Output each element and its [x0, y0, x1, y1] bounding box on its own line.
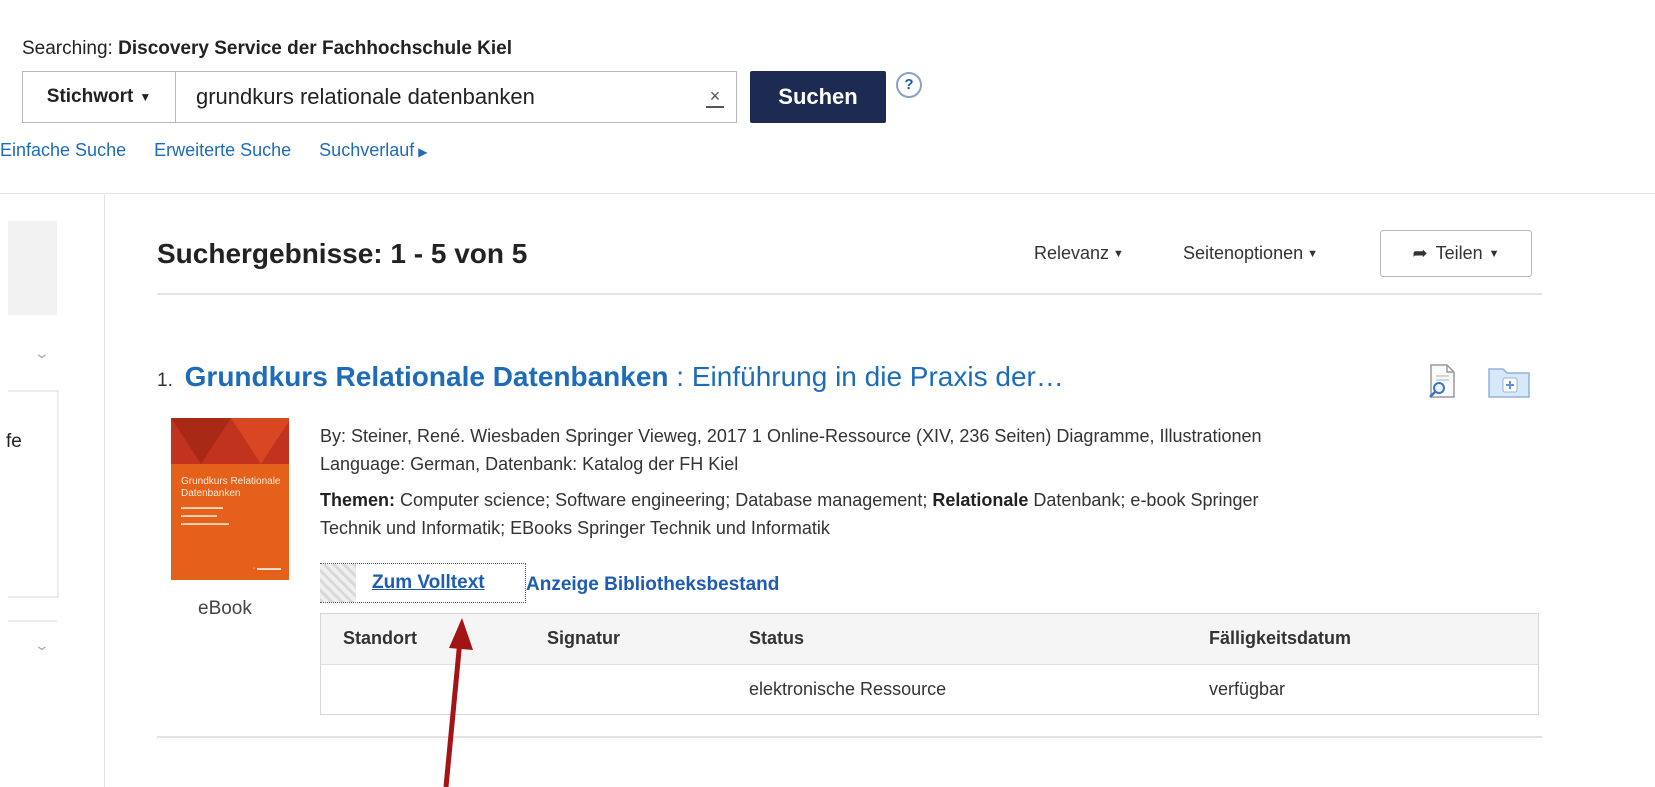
search-header: Searching: Discovery Service der Fachhoc… [0, 0, 1655, 195]
database-name: Discovery Service der Fachhochschule Kie… [118, 38, 513, 59]
chevron-down-icon: ▼ [1488, 247, 1500, 260]
record-language: Language: German, Datenbank: Katalog der… [320, 454, 739, 474]
link-placeholder-icon [320, 564, 356, 602]
search-mode-links: Einfache Suche Erweiterte Suche Suchverl… [0, 140, 427, 161]
chevron-down-icon: ▼ [1307, 247, 1318, 260]
holdings-header-callnumber: Signatur [547, 628, 621, 648]
search-input[interactable] [176, 83, 698, 111]
format-label: eBook [198, 598, 252, 619]
record-byline: By: Steiner, René. Wiesbaden Springer Vi… [320, 426, 1262, 446]
preview-icon[interactable] [1427, 364, 1457, 398]
holdings-header-location: Standort [343, 628, 417, 648]
record-divider [157, 736, 1542, 738]
book-cover-image[interactable]: Grundkurs Relationale Datenbanken ▬▬▬▬▬▬… [171, 418, 289, 580]
clear-icon[interactable]: × [706, 86, 724, 108]
record-title-link[interactable]: Grundkurs Relationale Datenbanken [185, 361, 669, 392]
results-heading: Suchergebnisse: 1 - 5 von 5 [157, 238, 528, 269]
search-button[interactable]: Suchen [750, 71, 886, 123]
left-sidebar: ⌄ fe ⌄ [0, 195, 105, 787]
holdings-cell-status: elektronische Ressource [749, 679, 947, 699]
chevron-down-icon[interactable]: ⌄ [34, 345, 50, 362]
share-icon: ➦ [1412, 243, 1428, 263]
record-subjects: Themen: Computer science; Software engin… [320, 490, 1259, 538]
field-select-dropdown[interactable]: Stichwort ▼ [22, 71, 175, 123]
chevron-down-icon[interactable]: ⌄ [34, 637, 50, 654]
results-divider [157, 293, 1542, 295]
sidebar-facet-box [8, 390, 59, 598]
cover-title: Grundkurs Relationale Datenbanken [181, 476, 281, 499]
record-number: 1. [157, 370, 173, 391]
holdings-cell-duedate: verfügbar [1209, 679, 1286, 699]
holdings-header-duedate: Fälligkeitsdatum [1209, 628, 1352, 648]
field-select-label: Stichwort [46, 86, 134, 107]
help-icon[interactable]: ? [896, 72, 922, 98]
add-to-folder-icon[interactable] [1487, 364, 1531, 398]
library-holdings-link[interactable]: Anzeige Bibliotheksbestand [526, 574, 779, 596]
record-subtitle[interactable]: : Einführung in die Praxis der… [669, 361, 1064, 392]
sidebar-divider [8, 620, 57, 622]
share-button[interactable]: ➦ Teilen ▼ [1380, 230, 1532, 277]
record-details: By: Steiner, René. Wiesbaden Springer Vi… [320, 422, 1530, 542]
sidebar-panel [8, 221, 57, 315]
search-bar: Stichwort ▼ × Suchen [22, 71, 886, 123]
search-history-link[interactable]: Suchverlauf ▶ [319, 140, 427, 161]
record-title: 1. Grundkurs Relationale Datenbanken : E… [157, 361, 1064, 393]
advanced-search-link[interactable]: Erweiterte Suche [154, 140, 291, 161]
sort-dropdown[interactable]: Relevanz ▼ [1034, 243, 1124, 264]
holdings-table: Standort Signatur Status Fälligkeitsdatu… [320, 613, 1539, 715]
basic-search-link[interactable]: Einfache Suche [0, 140, 126, 161]
searching-label: Searching: Discovery Service der Fachhoc… [22, 38, 513, 59]
holdings-header-status: Status [749, 628, 805, 648]
access-links: Zum Volltext [320, 563, 507, 603]
holdings-header-row [321, 614, 1538, 665]
fulltext-link[interactable]: Zum Volltext [356, 564, 507, 602]
chevron-down-icon: ▼ [1113, 247, 1124, 260]
caret-right-icon: ▶ [418, 145, 428, 159]
page-options-dropdown[interactable]: Seitenoptionen ▼ [1183, 243, 1318, 264]
chevron-down-icon: ▼ [139, 90, 152, 104]
sidebar-facet-text: fe [6, 431, 22, 452]
header-divider [0, 193, 1655, 194]
search-input-wrapper: × [175, 71, 737, 123]
